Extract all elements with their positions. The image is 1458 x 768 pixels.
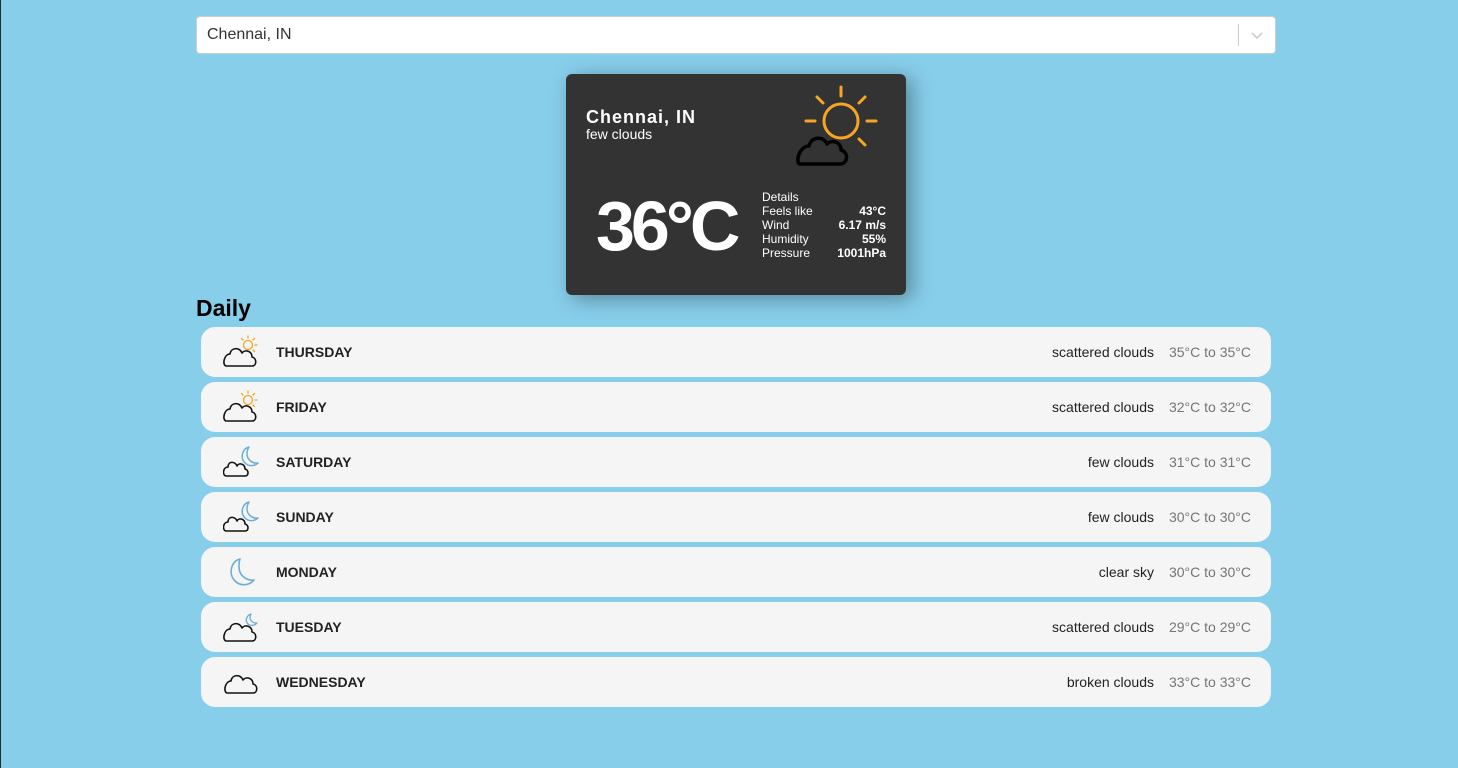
chevron-down-icon[interactable] xyxy=(1239,17,1275,53)
cloud-sun-icon xyxy=(223,390,259,424)
detail-value: 1001hPa xyxy=(837,246,886,260)
detail-label: Humidity xyxy=(762,232,809,246)
current-city: Chennai, IN xyxy=(586,107,697,127)
detail-label: Pressure xyxy=(762,246,811,260)
day-name: FRIDAY xyxy=(276,399,327,415)
daily-row-tuesday[interactable]: TUESDAY scattered clouds 29°C to 29°C xyxy=(201,602,1271,652)
detail-label: Feels like xyxy=(762,204,813,218)
current-weather-card: Chennai, IN few clouds 36°C Details Feel… xyxy=(566,74,906,295)
day-temp-range: 35°C to 35°C xyxy=(1168,344,1251,360)
moon-icon xyxy=(223,555,259,589)
day-name: TUESDAY xyxy=(276,619,342,635)
location-search-select[interactable]: Chennai, IN xyxy=(196,16,1276,54)
day-name: WEDNESDAY xyxy=(276,674,366,690)
detail-feels-like: Feels like 43°C xyxy=(762,204,886,218)
cloud-moon-icon xyxy=(222,445,259,479)
day-temp-range: 30°C to 30°C xyxy=(1168,564,1251,580)
daily-row-sunday[interactable]: SUNDAY few clouds 30°C to 30°C xyxy=(201,492,1271,542)
cloud-icon xyxy=(223,665,259,699)
day-description: scattered clouds xyxy=(1052,344,1154,360)
detail-pressure: Pressure 1001hPa xyxy=(762,246,886,260)
day-name: THURSDAY xyxy=(276,344,353,360)
detail-humidity: Humidity 55% xyxy=(762,232,886,246)
day-name: SUNDAY xyxy=(276,509,334,525)
day-description: clear sky xyxy=(1098,564,1154,580)
window-edge xyxy=(0,0,1,768)
day-temp-range: 30°C to 30°C xyxy=(1168,509,1251,525)
current-temperature: 36°C xyxy=(596,187,740,265)
daily-row-saturday[interactable]: SATURDAY few clouds 31°C to 31°C xyxy=(201,437,1271,487)
day-temp-range: 29°C to 29°C xyxy=(1168,619,1251,635)
daily-forecast-list: THURSDAY scattered clouds 35°C to 35°C F… xyxy=(201,327,1271,712)
day-name: MONDAY xyxy=(276,564,337,580)
day-name: SATURDAY xyxy=(276,454,352,470)
day-temp-range: 31°C to 31°C xyxy=(1168,454,1251,470)
cloud-moon-icon xyxy=(223,610,259,644)
day-temp-range: 32°C to 32°C xyxy=(1168,399,1251,415)
detail-value: 6.17 m/s xyxy=(838,218,886,232)
day-description: few clouds xyxy=(1087,454,1154,470)
partly-cloudy-day-icon xyxy=(794,84,880,168)
detail-value: 43°C xyxy=(859,204,886,218)
daily-row-thursday[interactable]: THURSDAY scattered clouds 35°C to 35°C xyxy=(201,327,1271,377)
current-description: few clouds xyxy=(586,126,653,142)
detail-wind: Wind 6.17 m/s xyxy=(762,218,886,232)
day-description: broken clouds xyxy=(1066,674,1154,690)
day-description: scattered clouds xyxy=(1052,619,1154,635)
day-temp-range: 33°C to 33°C xyxy=(1168,674,1251,690)
day-description: few clouds xyxy=(1087,509,1154,525)
cloud-sun-icon xyxy=(223,335,259,369)
detail-value: 55% xyxy=(861,232,886,246)
day-description: scattered clouds xyxy=(1052,399,1154,415)
details-heading: Details xyxy=(762,190,799,204)
daily-row-monday[interactable]: MONDAY clear sky 30°C to 30°C xyxy=(201,547,1271,597)
search-value[interactable]: Chennai, IN xyxy=(197,26,1238,44)
cloud-moon-icon xyxy=(222,500,259,534)
daily-row-wednesday[interactable]: WEDNESDAY broken clouds 33°C to 33°C xyxy=(201,657,1271,707)
daily-heading: Daily xyxy=(196,295,251,321)
detail-label: Wind xyxy=(762,218,790,232)
daily-row-friday[interactable]: FRIDAY scattered clouds 32°C to 32°C xyxy=(201,382,1271,432)
details-panel: Details Feels like 43°C Wind 6.17 m/s Hu… xyxy=(762,190,886,260)
